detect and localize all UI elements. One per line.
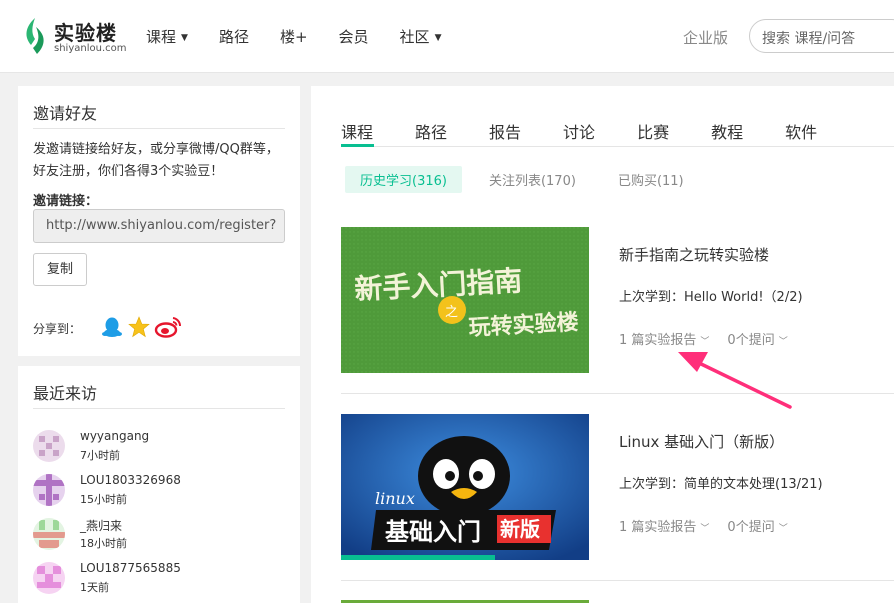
divider xyxy=(341,580,894,581)
reports-dropdown[interactable]: 1 篇实验报告 ﹀ xyxy=(619,516,709,535)
course-meta: 1 篇实验报告 ﹀ 0个提问 ﹀ xyxy=(619,329,806,348)
top-navbar: 实验楼 shiyanlou.com 课程 ▼ 路径 楼+ 会员 社区 ▼ 企业版 搜… xyxy=(0,0,894,73)
qq-icon[interactable] xyxy=(101,316,123,338)
chevron-down-icon: ﹀ xyxy=(778,337,788,347)
thumb-title: 基础入门 xyxy=(385,518,481,546)
nav-vip-label: 会员 xyxy=(338,28,369,46)
visitors-title: 最近来访 xyxy=(33,384,98,403)
divider xyxy=(33,408,285,409)
avatar[interactable] xyxy=(33,430,65,462)
course-thumbnail[interactable]: 新手入门指南 之 玩转实验楼 xyxy=(341,227,589,373)
visitor-item[interactable]: LOU1803326968 15小时前 xyxy=(33,472,283,512)
nav-lou-plus[interactable]: 楼+ xyxy=(280,26,308,47)
invite-link-label: 邀请链接： xyxy=(33,194,99,209)
weibo-icon[interactable] xyxy=(154,316,182,338)
nav-vip[interactable]: 会员 xyxy=(339,26,369,47)
qzone-star-icon[interactable] xyxy=(128,316,150,338)
caret-down-icon: ▼ xyxy=(181,33,188,43)
avatar[interactable] xyxy=(33,474,65,506)
logo-text: 实验楼 xyxy=(54,21,117,45)
tab-discussions[interactable]: 讨论 xyxy=(563,119,595,143)
course-last-learned[interactable]: 上次学到：简单的文本处理(13/21) xyxy=(619,473,823,492)
invite-link-field[interactable]: http://www.shiyanlou.com/register? xyxy=(33,209,285,243)
visitor-name[interactable]: LOU1803326968 xyxy=(80,473,181,487)
questions-label: 0个提问 xyxy=(727,333,775,348)
logo-leaf-icon xyxy=(26,18,44,54)
active-tab-indicator xyxy=(341,144,374,147)
content-tabs: 课程 路径 报告 讨论 比赛 教程 软件 xyxy=(341,119,859,143)
nav-paths-label: 路径 xyxy=(218,28,249,46)
sub-tabs: 历史学习(316) 关注列表(170) 已购买(11) xyxy=(345,166,711,193)
divider xyxy=(341,146,894,147)
tab-paths[interactable]: 路径 xyxy=(415,119,447,143)
site-logo[interactable]: 实验楼 shiyanlou.com xyxy=(22,15,132,57)
share-label: 分享到： xyxy=(33,322,82,336)
thumb-linux-label: linux xyxy=(375,489,415,508)
visitor-name[interactable]: wyyangang xyxy=(80,429,149,443)
chevron-down-icon: ﹀ xyxy=(778,524,788,534)
visitor-time: 7小时前 xyxy=(80,449,120,462)
enterprise-link[interactable]: 企业版 xyxy=(683,27,728,48)
main-nav: 课程 ▼ 路径 楼+ 会员 社区 ▼ xyxy=(146,26,472,47)
search-input[interactable]: 搜索 课程/问答 xyxy=(749,19,894,53)
tab-courses[interactable]: 课程 xyxy=(341,119,373,143)
nav-lou-plus-label: 楼+ xyxy=(279,28,308,46)
divider xyxy=(33,128,285,129)
nav-community-label: 社区 xyxy=(399,28,430,46)
recent-visitors-panel: 最近来访 wyyangang 7小时前 LOU1803326968 15小时前 … xyxy=(18,366,300,603)
subtab-purchased[interactable]: 已购买(11) xyxy=(603,166,699,193)
search-placeholder: 搜索 课程/问答 xyxy=(762,31,856,47)
visitor-item[interactable]: wyyangang 7小时前 xyxy=(33,428,283,468)
thumb-badge: 新版 xyxy=(500,517,540,541)
tab-reports[interactable]: 报告 xyxy=(489,119,521,143)
nav-courses-label: 课程 xyxy=(146,28,177,46)
divider xyxy=(341,393,894,394)
visitor-time: 1天前 xyxy=(80,581,109,594)
course-progress-bar xyxy=(341,555,495,560)
reports-dropdown[interactable]: 1 篇实验报告 ﹀ xyxy=(619,329,709,348)
visitor-name[interactable]: _燕归来 xyxy=(80,517,122,534)
course-title[interactable]: 新手指南之玩转实验楼 xyxy=(619,244,769,265)
visitor-time: 18小时前 xyxy=(80,537,127,550)
chevron-down-icon: ﹀ xyxy=(700,337,710,347)
visitor-item[interactable]: _燕归来 18小时前 xyxy=(33,516,283,556)
questions-dropdown[interactable]: 0个提问 ﹀ xyxy=(727,516,787,535)
questions-dropdown[interactable]: 0个提问 ﹀ xyxy=(727,329,787,348)
invite-title: 邀请好友 xyxy=(33,104,98,123)
course-title[interactable]: Linux 基础入门（新版） xyxy=(619,431,784,452)
invite-description: 发邀请链接给好友，或分享微博/QQ群等，好友注册，你们各得3个实验豆！ xyxy=(33,142,279,179)
tab-software[interactable]: 软件 xyxy=(785,119,817,143)
questions-label: 0个提问 xyxy=(727,520,775,535)
logo-domain: shiyanlou.com xyxy=(54,43,127,54)
reports-label: 1 篇实验报告 xyxy=(619,333,697,348)
nav-community[interactable]: 社区 ▼ xyxy=(400,26,442,47)
avatar[interactable] xyxy=(33,562,65,594)
nav-courses[interactable]: 课程 ▼ xyxy=(146,26,188,47)
subtab-following[interactable]: 关注列表(170) xyxy=(474,166,591,193)
visitor-item[interactable]: LOU1877565885 1天前 xyxy=(33,560,283,600)
reports-label: 1 篇实验报告 xyxy=(619,520,697,535)
subtab-history[interactable]: 历史学习(316) xyxy=(345,166,462,193)
invite-panel: 邀请好友 发邀请链接给好友，或分享微博/QQ群等，好友注册，你们各得3个实验豆！… xyxy=(18,86,300,356)
copy-button[interactable]: 复制 xyxy=(33,253,87,286)
chevron-down-icon: ﹀ xyxy=(700,524,710,534)
visitor-name[interactable]: LOU1877565885 xyxy=(80,561,181,575)
course-thumbnail[interactable]: linux 基础入门 新版 xyxy=(341,414,589,560)
tab-tutorials[interactable]: 教程 xyxy=(711,119,743,143)
nav-paths[interactable]: 路径 xyxy=(219,26,249,47)
caret-down-icon: ▼ xyxy=(434,33,442,43)
avatar[interactable] xyxy=(33,518,65,550)
thumb-badge: 之 xyxy=(445,305,458,320)
main-content: 课程 路径 报告 讨论 比赛 教程 软件 历史学习(316) 关注列表(170)… xyxy=(311,86,894,603)
course-last-learned[interactable]: 上次学到：Hello World!（2/2) xyxy=(619,286,803,305)
tab-contests[interactable]: 比赛 xyxy=(637,119,669,143)
course-meta: 1 篇实验报告 ﹀ 0个提问 ﹀ xyxy=(619,516,806,535)
visitor-time: 15小时前 xyxy=(80,493,127,506)
